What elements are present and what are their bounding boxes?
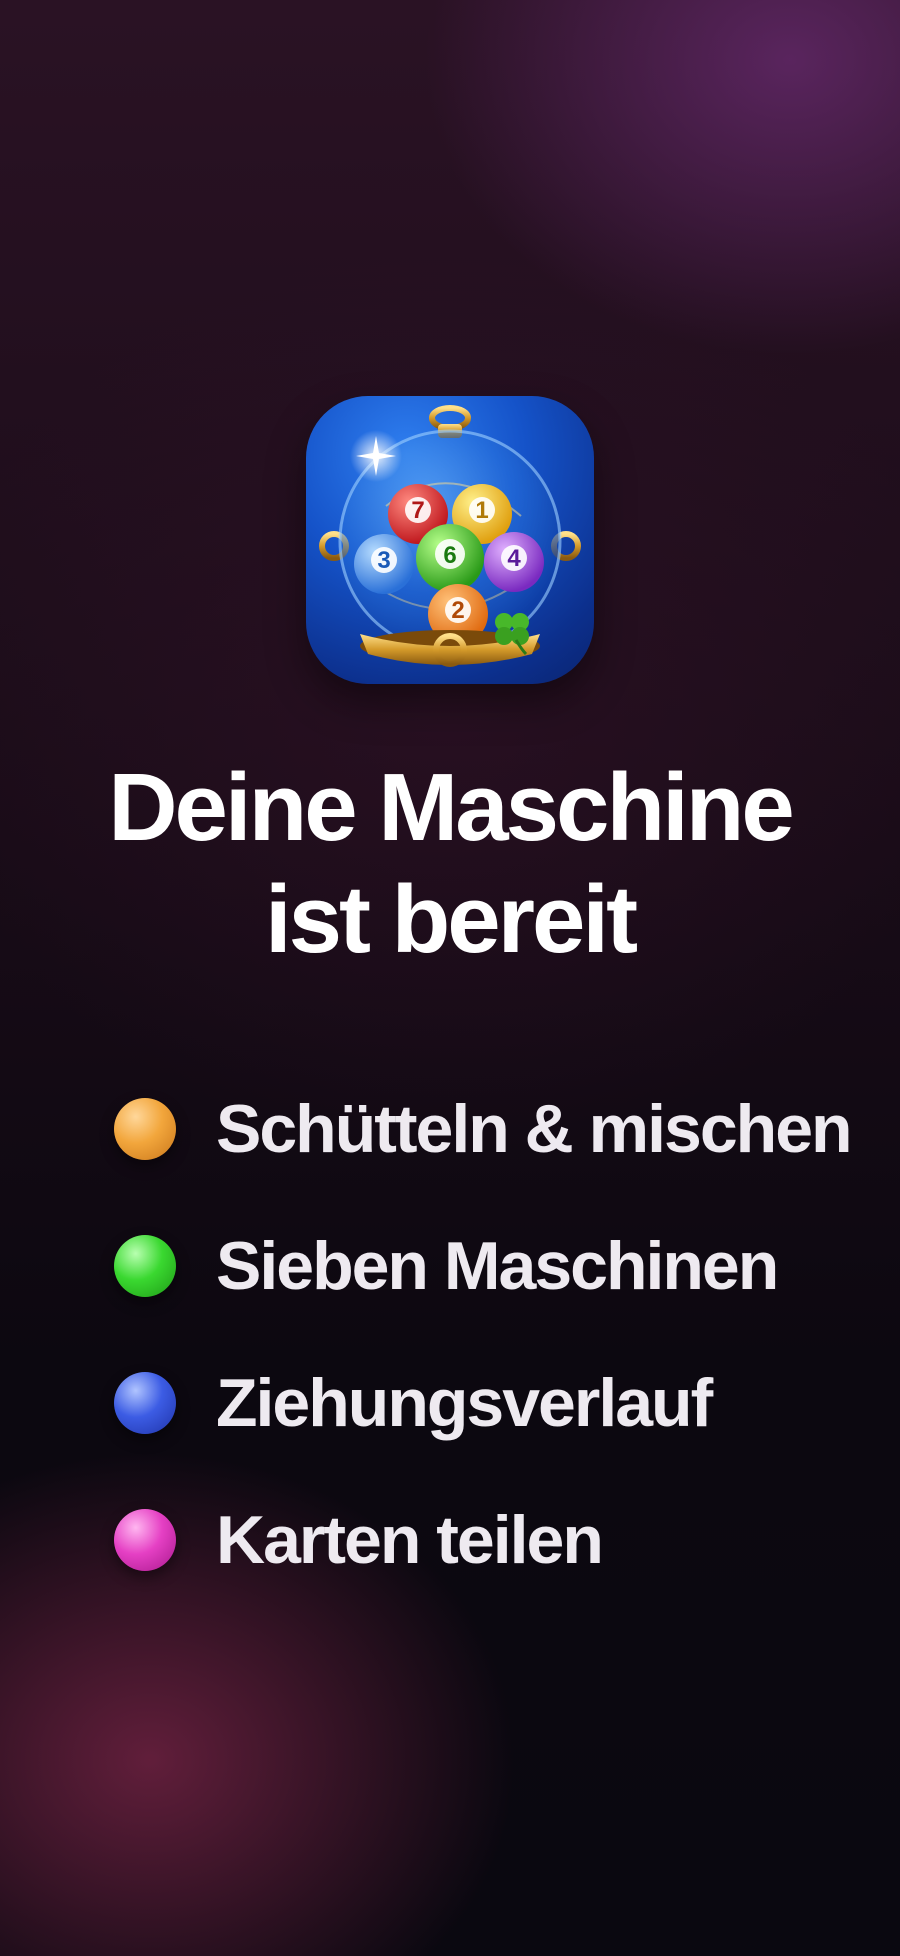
feature-list: Schütteln & mischen Sieben Maschinen Zie…: [114, 1060, 894, 1608]
feature-item-seven-machines: Sieben Maschinen: [114, 1197, 894, 1334]
title-line-2: ist bereit: [264, 866, 638, 973]
svg-text:3: 3: [377, 547, 390, 574]
feature-item-shake-mix: Schütteln & mischen: [114, 1060, 894, 1197]
feature-label: Ziehungsverlauf: [216, 1364, 713, 1441]
feature-item-share-cards: Karten teilen: [114, 1471, 894, 1608]
svg-text:4: 4: [507, 545, 521, 572]
feature-label: Schütteln & mischen: [216, 1090, 853, 1167]
svg-text:2: 2: [451, 597, 464, 624]
green-ball-icon: [114, 1234, 176, 1297]
title-line-1: Deine Maschine: [108, 754, 795, 861]
svg-text:1: 1: [475, 497, 488, 524]
lottery-globe-icon: 7 1 3 6 4 2: [319, 405, 581, 667]
pink-ball-icon: [114, 1508, 176, 1571]
page-title: Deine Maschine ist bereit: [0, 752, 900, 976]
orange-ball-icon: [114, 1097, 176, 1160]
svg-text:6: 6: [443, 542, 456, 569]
feature-label: Sieben Maschinen: [216, 1227, 779, 1304]
blue-ball-icon: [114, 1371, 176, 1434]
app-icon: 7 1 3 6 4 2: [306, 396, 594, 684]
onboarding-screen: 7 1 3 6 4 2 Deine Maschine ist bereit Sc…: [0, 0, 900, 1956]
feature-label: Karten teilen: [216, 1501, 604, 1578]
feature-item-draw-history: Ziehungsverlauf: [114, 1334, 894, 1471]
svg-text:7: 7: [411, 497, 424, 524]
